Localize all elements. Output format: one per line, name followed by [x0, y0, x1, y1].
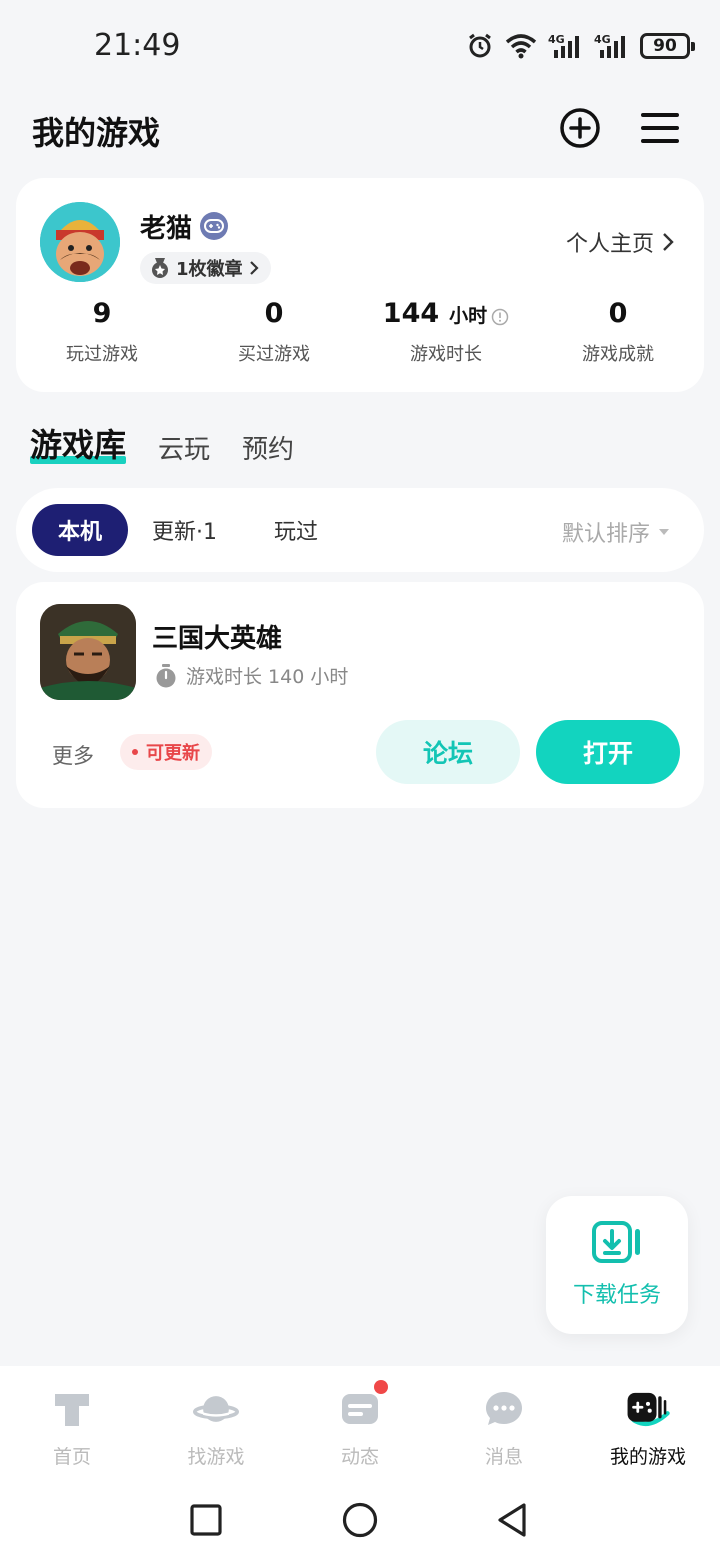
stat-value: 0 — [608, 298, 628, 329]
nav-feed[interactable]: 动态 — [288, 1366, 432, 1476]
status-time: 21:49 — [94, 28, 181, 63]
planet-icon — [193, 1386, 239, 1432]
status-icons: 4G 4G 90 — [466, 30, 695, 62]
triangle-back-icon — [498, 1503, 526, 1537]
recents-button[interactable] — [186, 1500, 226, 1540]
stopwatch-icon — [156, 663, 176, 687]
stat-label: 玩过游戏 — [66, 344, 138, 365]
update-badge[interactable]: 可更新 — [120, 734, 212, 770]
update-dot — [132, 749, 138, 755]
tab-reservations[interactable]: 预约 — [242, 429, 294, 466]
avatar[interactable] — [40, 202, 120, 282]
nav-messages[interactable]: 消息 — [432, 1366, 576, 1476]
filter-updates[interactable]: 更新·1 — [152, 504, 217, 556]
stat-playtime[interactable]: 144 小时 游戏时长 — [360, 298, 532, 366]
game-icon[interactable] — [40, 604, 136, 700]
gamepad-icon — [625, 1386, 671, 1432]
menu-button[interactable] — [638, 106, 682, 150]
stat-label: 游戏时长 — [410, 344, 482, 365]
svg-text:4G: 4G — [594, 33, 611, 46]
profile-card: 老猫 1枚徽章 个人主页 9 玩过游戏 0 买过游戏 144 小时 游戏时长 0… — [16, 178, 704, 392]
info-icon[interactable] — [491, 308, 509, 326]
square-icon — [190, 1504, 222, 1536]
signal-4g-icon: 4G — [548, 33, 579, 58]
stat-bought[interactable]: 0 买过游戏 — [188, 298, 360, 366]
download-icon — [592, 1221, 640, 1263]
open-button[interactable]: 打开 — [536, 720, 680, 784]
filter-played[interactable]: 玩过 — [274, 504, 318, 556]
filter-bar: 本机 更新·1 玩过 默认排序 — [16, 488, 704, 572]
caret-down-icon — [659, 529, 669, 535]
game-card: 三国大英雄 游戏时长 140 小时 更多 可更新 论坛 打开 — [16, 582, 704, 808]
chevron-right-icon — [249, 261, 259, 275]
stat-unit: 小时 — [449, 305, 488, 327]
playtime-text: 游戏时长 140 小时 — [186, 666, 349, 688]
nav-find-games[interactable]: 找游戏 — [144, 1366, 288, 1476]
stat-played[interactable]: 9 玩过游戏 — [16, 298, 188, 366]
nav-home[interactable]: 首页 — [0, 1366, 144, 1476]
username: 老猫 — [140, 214, 193, 244]
nav-label: 消息 — [484, 1446, 523, 1468]
more-button[interactable]: 更多 — [52, 740, 94, 770]
tab-cloud-play[interactable]: 云玩 — [158, 429, 210, 466]
game-playtime: 游戏时长 140 小时 — [154, 662, 348, 689]
add-button[interactable] — [558, 106, 602, 150]
feed-icon — [337, 1386, 383, 1432]
alarm-icon — [469, 33, 491, 58]
home-system-button[interactable] — [340, 1500, 380, 1540]
stat-label: 游戏成就 — [582, 344, 654, 365]
nav-label: 我的游戏 — [609, 1446, 686, 1468]
nav-label: 找游戏 — [187, 1446, 245, 1468]
plus-circle-icon — [560, 108, 600, 148]
status-bar: 21:49 4G 4G 90 — [0, 0, 720, 92]
homepage-link[interactable]: 个人主页 — [566, 226, 674, 258]
signal-4g-icon: 4G — [594, 33, 625, 58]
gamepad-badge-icon — [200, 212, 228, 240]
avatar-image — [40, 202, 120, 282]
back-button[interactable] — [494, 1500, 534, 1540]
header: 我的游戏 — [0, 100, 720, 160]
medal-text: 1枚徽章 — [176, 259, 243, 280]
nav-label: 首页 — [52, 1446, 91, 1468]
filter-local[interactable]: 本机 — [32, 504, 128, 556]
medal-pill[interactable]: 1枚徽章 — [140, 252, 271, 284]
update-label: 可更新 — [146, 743, 200, 764]
system-nav-bar — [0, 1476, 720, 1560]
circle-icon — [342, 1502, 378, 1538]
chevron-right-icon — [663, 233, 674, 251]
stat-value: 144 — [382, 298, 440, 329]
wifi-icon — [505, 34, 537, 59]
forum-button[interactable]: 论坛 — [376, 720, 520, 784]
stat-label: 买过游戏 — [238, 344, 310, 365]
game-cover-image — [40, 604, 136, 700]
medal-icon — [152, 258, 168, 278]
download-task-label: 下载任务 — [572, 1283, 661, 1308]
stat-achievements[interactable]: 0 游戏成就 — [532, 298, 704, 366]
homepage-link-label: 个人主页 — [565, 232, 654, 257]
main-tabs: 游戏库 云玩 预约 — [30, 420, 294, 466]
stat-value: 0 — [264, 298, 284, 329]
battery-indicator: 90 — [640, 33, 695, 59]
page-title: 我的游戏 — [32, 114, 161, 152]
svg-text:4G: 4G — [548, 33, 565, 46]
tab-game-library[interactable]: 游戏库 — [30, 420, 127, 466]
stat-value: 9 — [92, 298, 112, 329]
bottom-nav: 首页 找游戏 动态 消息 我的游戏 — [0, 1366, 720, 1476]
home-icon — [49, 1386, 95, 1432]
nav-my-games[interactable]: 我的游戏 — [576, 1366, 720, 1476]
message-icon — [481, 1386, 527, 1432]
nav-label: 动态 — [340, 1446, 379, 1468]
sort-label: 默认排序 — [561, 522, 650, 547]
game-name: 三国大英雄 — [152, 624, 283, 654]
notification-dot — [374, 1380, 388, 1394]
sort-dropdown[interactable]: 默认排序 — [562, 516, 670, 548]
stats-row: 9 玩过游戏 0 买过游戏 144 小时 游戏时长 0 游戏成就 — [16, 298, 704, 366]
menu-icon — [641, 113, 679, 143]
download-task-button[interactable]: 下载任务 — [546, 1196, 688, 1334]
